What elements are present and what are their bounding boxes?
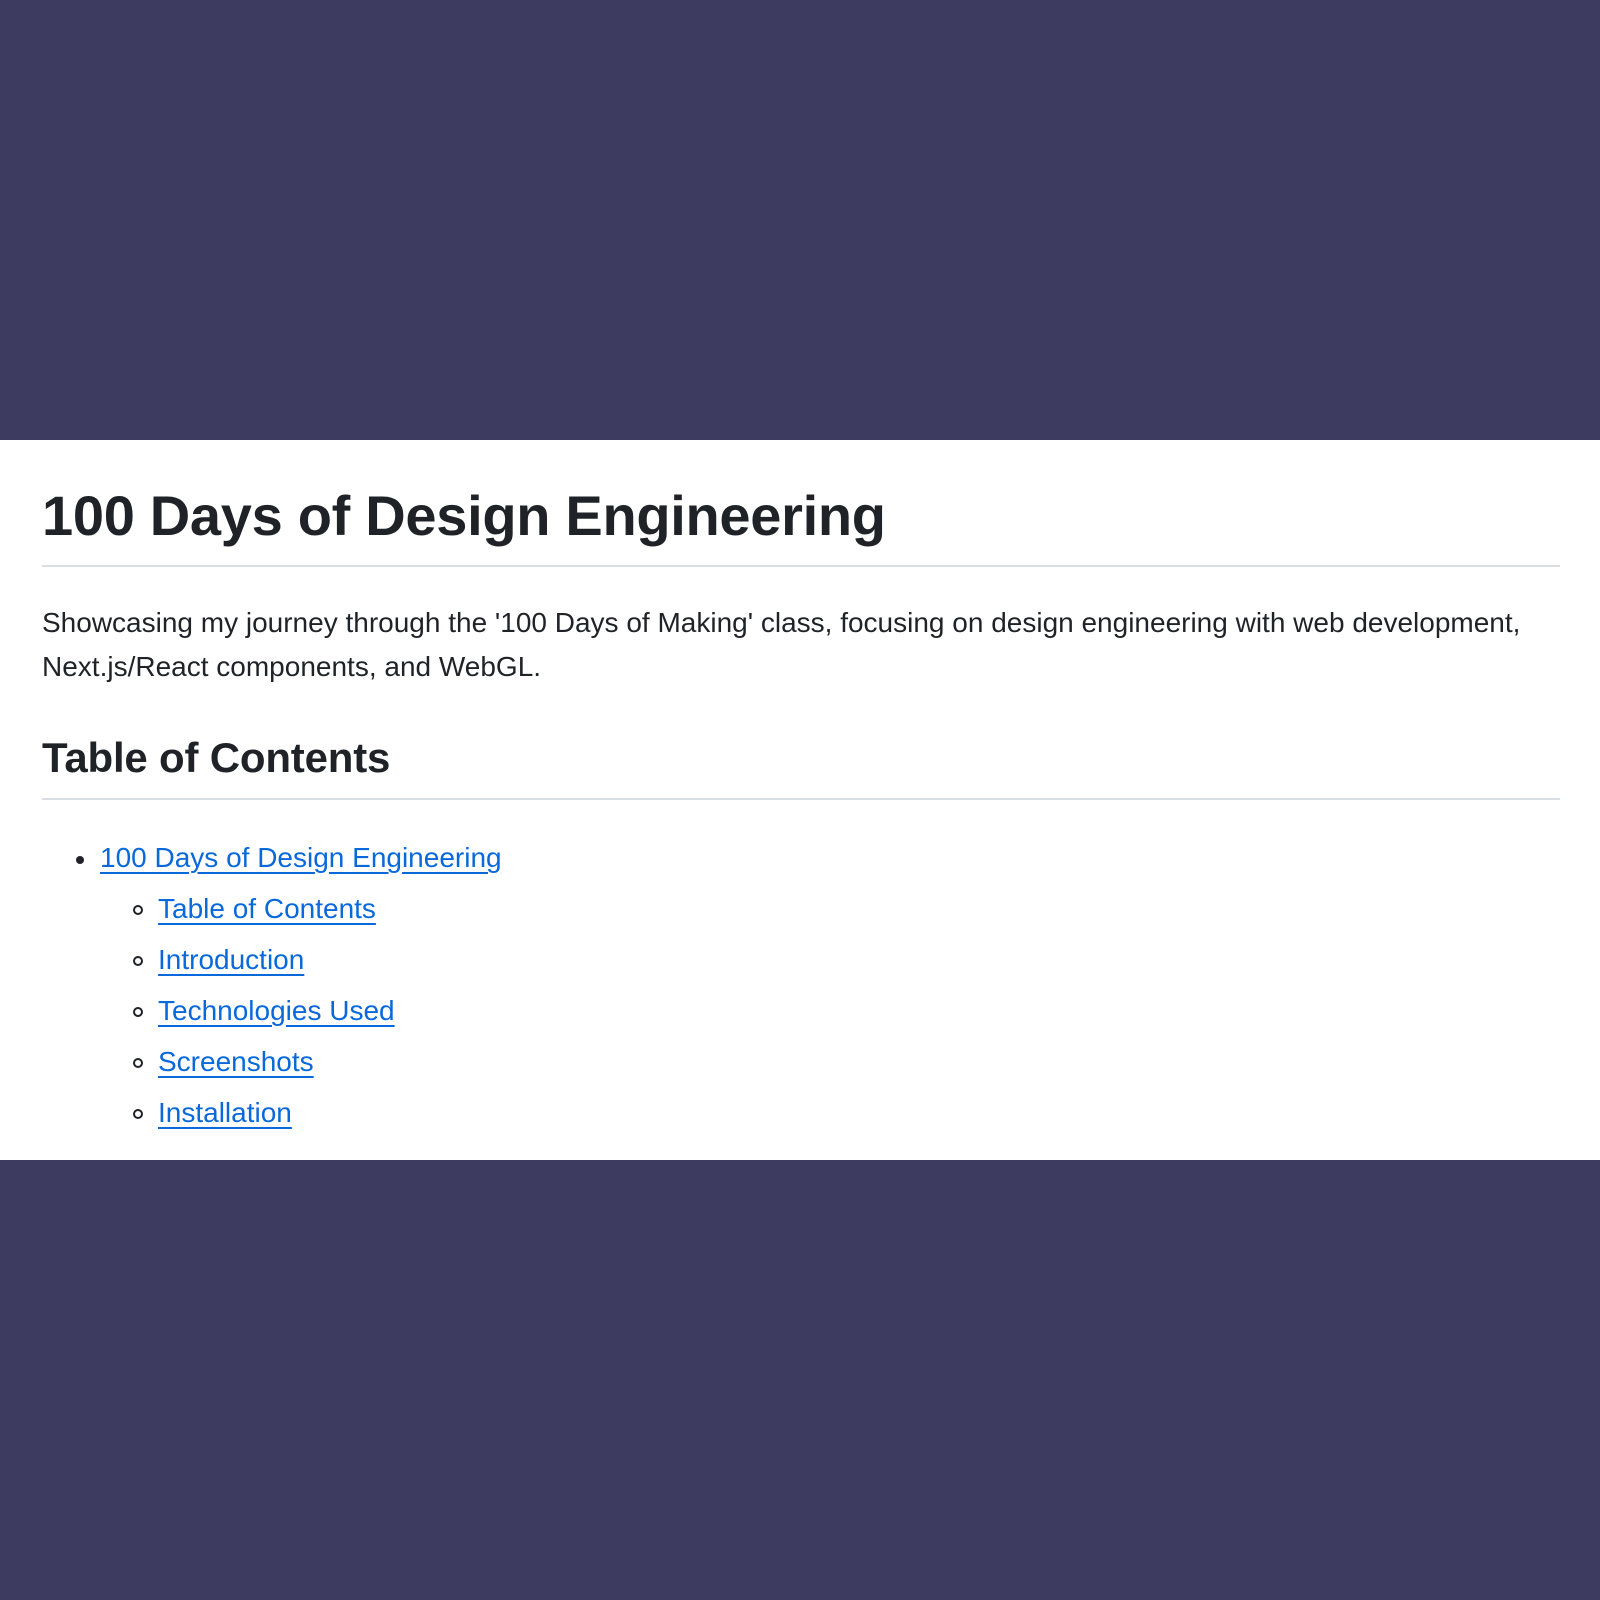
toc-sublist: Table of Contents Introduction Technolog… [100,887,1560,1135]
toc-link-introduction[interactable]: Introduction [158,944,304,975]
top-background-band [0,0,1600,440]
toc-subitem: Table of Contents [100,887,1560,931]
toc-item-top: 100 Days of Design Engineering Table of … [42,836,1560,1135]
toc-subitem: Installation [100,1091,1560,1135]
toc-link-table-of-contents[interactable]: Table of Contents [158,893,376,924]
toc-heading: Table of Contents [42,734,391,782]
bottom-background-band [0,1160,1600,1600]
toc-subitem: Screenshots [100,1040,1560,1084]
bullet-circle-icon [133,955,143,966]
title-divider [42,565,1560,568]
toc-divider [42,797,1560,800]
readme-panel: 100 Days of Design Engineering Showcasin… [0,440,1600,1160]
intro-paragraph: Showcasing my journey through the '100 D… [42,607,1521,683]
bullet-circle-icon [133,904,143,915]
bullet-circle-icon [133,1006,143,1017]
table-of-contents: 100 Days of Design Engineering Table of … [42,836,1560,1135]
bullet-disc-icon [76,855,84,864]
toc-link-technologies-used[interactable]: Technologies Used [158,995,395,1026]
bullet-circle-icon [133,1057,143,1068]
toc-link-installation[interactable]: Installation [158,1097,292,1128]
bullet-circle-icon [133,1108,143,1119]
toc-subitem: Introduction [100,938,1560,982]
toc-link-100-days[interactable]: 100 Days of Design Engineering [100,842,502,873]
toc-link-screenshots[interactable]: Screenshots [158,1046,314,1077]
toc-subitem: Technologies Used [100,989,1560,1033]
page-title: 100 Days of Design Engineering [42,484,886,547]
